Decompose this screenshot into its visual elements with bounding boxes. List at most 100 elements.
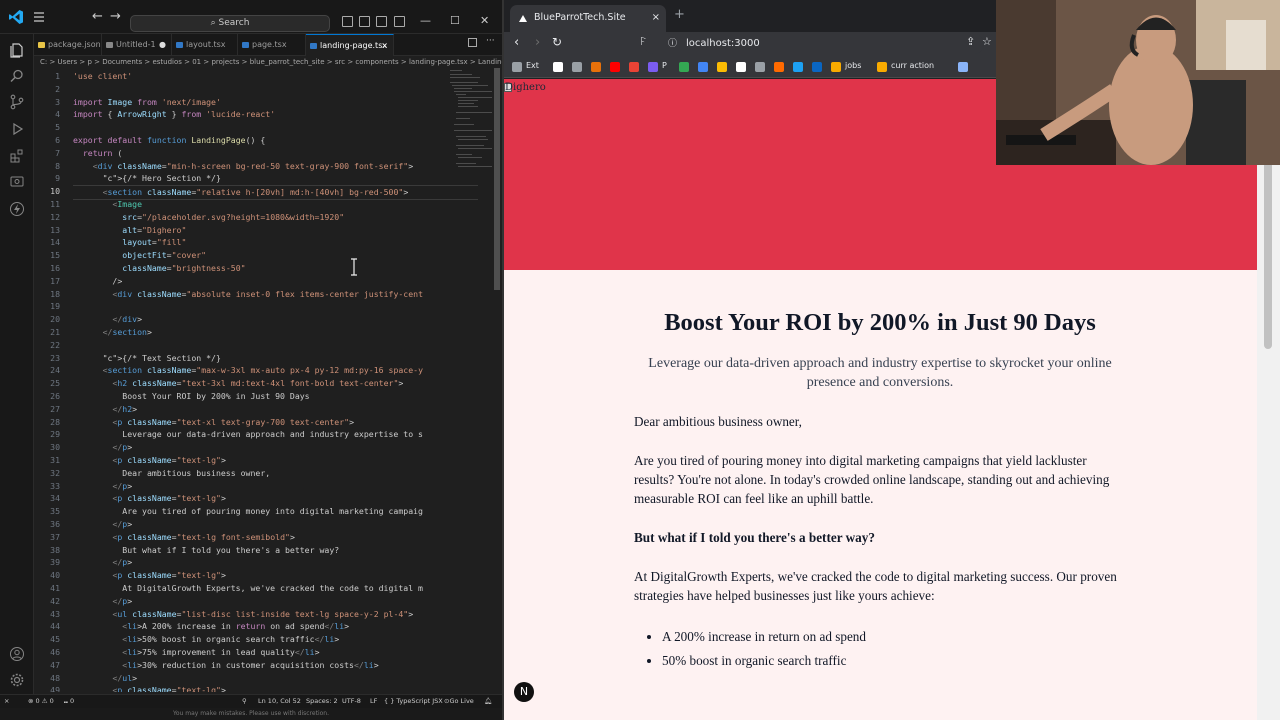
bookmark-label[interactable]: jobs [845,61,861,70]
code-line[interactable]: </h2> [73,403,137,416]
source-control-icon[interactable] [9,94,25,110]
close-window-icon[interactable]: ✕ [480,14,489,27]
tab-page-tsx[interactable]: page.tsx [238,34,306,56]
zoom-icon[interactable]: ⚲ [242,695,247,708]
bookmark-label[interactable]: P [662,61,667,70]
breadcrumb[interactable]: C: > Users > p > Documents > estudios > … [34,56,502,68]
minimap[interactable] [448,68,492,188]
bookmark-favicon-icon[interactable] [679,62,689,72]
bookmark-favicon-icon[interactable] [553,62,563,72]
search-icon[interactable] [9,68,25,84]
lightning-icon[interactable] [9,201,25,217]
folder-icon[interactable] [877,62,887,72]
close-tab-icon[interactable]: × [652,5,660,31]
code-line[interactable]: className="brightness-50" [73,262,245,275]
close-tab-icon[interactable]: × [381,35,388,56]
code-line[interactable]: objectFit="cover" [73,249,206,262]
toggle-panel-icon[interactable] [359,16,370,27]
bookmark-favicon-icon[interactable] [774,62,784,72]
code-line[interactable]: <h2 className="text-3xl md:text-4xl font… [73,377,403,390]
code-line[interactable]: Are you tired of pouring money into digi… [73,505,423,518]
bookmark-favicon-icon[interactable] [812,62,822,72]
language-mode-status[interactable]: { } TypeScript JSX [384,695,443,708]
bookmark-favicon-icon[interactable] [717,62,727,72]
code-line[interactable]: Boost Your ROI by 200% in Just 90 Days [73,390,309,403]
code-line[interactable]: Leverage our data-driven approach and in… [73,428,423,441]
bookmark-favicon-icon[interactable] [736,62,746,72]
new-tab-icon[interactable]: + [674,7,685,22]
forward-icon[interactable]: › [535,35,540,50]
code-line[interactable]: alt="Dighero" [73,224,186,237]
remote-indicator-icon[interactable]: ⨯ [4,695,9,708]
code-line[interactable]: </p> [73,595,132,608]
code-line[interactable]: </section> [73,326,152,339]
problems-status[interactable]: ⊗ 0 ⚠ 0 [28,695,54,708]
code-line[interactable]: 'use client' [73,70,132,83]
explorer-icon[interactable] [9,42,25,58]
code-line[interactable]: <section className="max-w-3xl mx-auto px… [73,364,423,377]
split-editor-icon[interactable] [468,38,477,47]
customize-layout-icon[interactable] [394,16,405,27]
remote-explorer-icon[interactable] [9,174,25,190]
minimize-icon[interactable]: — [420,14,431,27]
code-line[interactable]: src="/placeholder.svg?height=1080&width=… [73,211,344,224]
bookmark-favicon-icon[interactable] [591,62,601,72]
code-line[interactable]: "c">{/* Text Section */} [73,352,221,365]
account-icon[interactable] [9,646,25,662]
bookmark-label[interactable]: Ext [526,61,539,70]
bookmark-favicon-icon[interactable] [610,62,620,72]
command-center-search[interactable]: ⌕ Search [130,15,330,32]
extensions-icon[interactable] [9,148,25,164]
browser-tab[interactable]: BlueParrotTech.Site × [510,5,666,32]
bookmark-favicon-icon[interactable] [755,62,765,72]
code-line[interactable]: <li>75% improvement in lead quality</li> [73,646,319,659]
folder-icon[interactable] [831,62,841,72]
code-line[interactable]: <p className="text-lg"> [73,569,225,582]
indentation-status[interactable]: Spaces: 2 [306,695,338,708]
toggle-secondary-sidebar-icon[interactable] [376,16,387,27]
code-line[interactable]: return ( [73,147,122,160]
code-line[interactable]: <li>A 200% increase in return on ad spen… [73,620,349,633]
code-line[interactable]: </p> [73,556,132,569]
bookmark-favicon-icon[interactable] [629,62,639,72]
nextjs-dev-indicator[interactable]: N [514,682,534,702]
code-line[interactable]: At DigitalGrowth Experts, we've cracked … [73,582,423,595]
notifications-bell-icon[interactable]: 🔔︎ [484,695,492,708]
code-line[interactable]: import Image from 'next/image' [73,96,221,109]
reload-icon[interactable]: ↻ [552,35,562,49]
code-editor[interactable]: 1'use client' 2 3 import Image from 'next/i… [34,68,492,692]
share-icon[interactable]: ⇪ [966,35,975,48]
code-line[interactable]: <ul className="list-disc list-inside tex… [73,608,413,621]
code-line[interactable]: <div className="min-h-screen bg-red-50 t… [73,160,413,173]
code-line[interactable]: </p> [73,480,132,493]
code-line[interactable]: <li>30% reduction in customer acquisitio… [73,659,378,672]
bookmark-favicon-icon[interactable] [698,62,708,72]
tab-untitled-1[interactable]: Untitled-1 ● [102,34,172,56]
settings-gear-icon[interactable] [9,672,25,688]
run-debug-icon[interactable] [9,121,25,137]
code-line[interactable]: <p className="text-lg font-semibold"> [73,531,294,544]
star-icon[interactable]: ☆ [982,35,992,48]
code-line[interactable]: But what if I told you there's a better … [73,544,339,557]
code-line[interactable]: <p className="text-xl text-gray-700 text… [73,416,354,429]
code-line[interactable]: import { ArrowRight } from 'lucide-react… [73,108,275,121]
code-line[interactable]: export default function LandingPage() { [73,134,265,147]
code-line[interactable]: "c">{/* Hero Section */} [73,172,221,185]
go-live-button[interactable]: ⊙ Go Live [444,695,474,708]
code-line[interactable]: <li>50% boost in organic search traffic<… [73,633,339,646]
code-line[interactable]: </ul> [73,672,137,685]
encoding-status[interactable]: UTF-8 [342,695,361,708]
bookmark-favicon-icon[interactable] [572,62,582,72]
site-info-icon[interactable]: ⓘ [668,34,677,54]
code-line[interactable]: </p> [73,518,132,531]
eol-status[interactable]: LF [370,695,377,708]
code-line[interactable]: Dear ambitious business owner, [73,467,270,480]
maximize-icon[interactable]: ☐ [450,14,460,27]
tab-layout-tsx[interactable]: layout.tsx [172,34,238,56]
hamburger-menu-icon[interactable] [32,10,46,24]
back-arrow-icon[interactable]: ← [92,9,103,25]
code-line[interactable]: </div> [73,313,142,326]
code-line[interactable]: <p className="text-lg"> [73,454,225,467]
bookmark-favicon-icon[interactable] [958,62,968,72]
code-line[interactable]: layout="fill" [73,236,186,249]
